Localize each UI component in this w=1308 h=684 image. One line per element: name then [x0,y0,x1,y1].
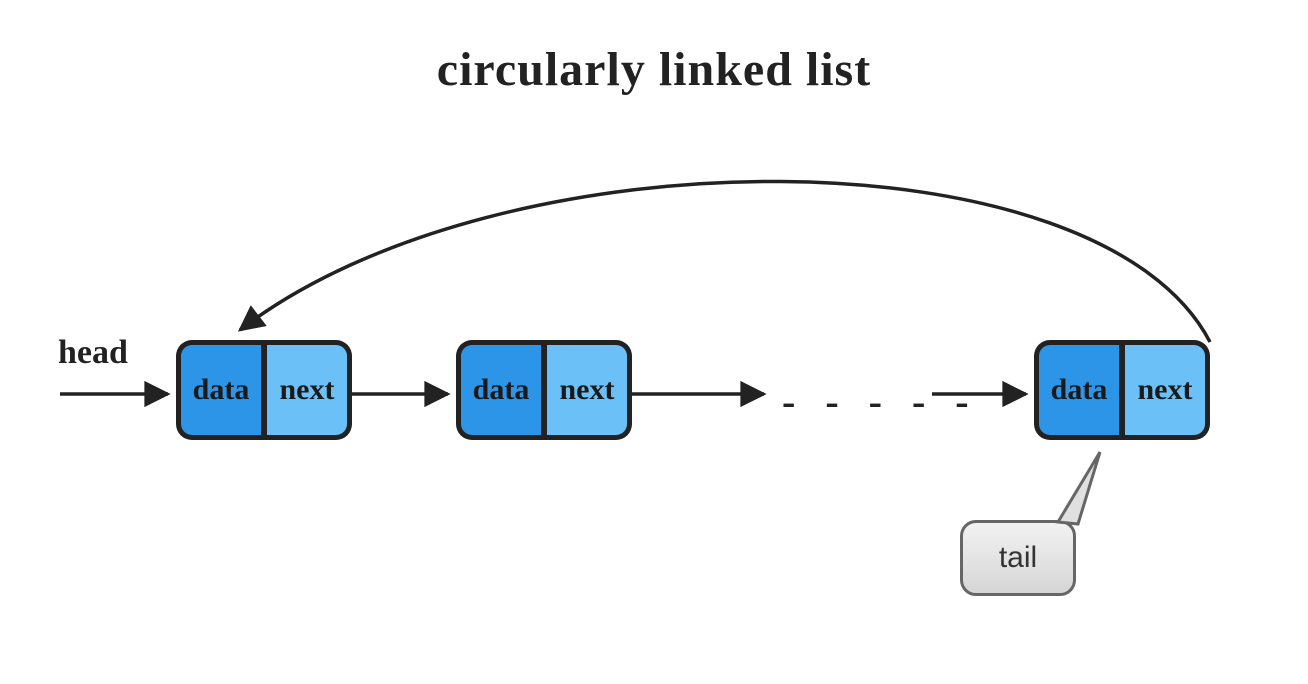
tail-pointer-icon [1058,452,1100,524]
node-0-data-cell: data [176,340,264,440]
tail-label: tail [999,541,1037,575]
circular-arrow-icon [240,181,1210,342]
tail-bubble: tail [960,520,1076,596]
head-label: head [58,334,128,372]
node-2-next-cell: next [1122,340,1210,440]
diagram-title: circularly linked list [0,42,1308,97]
node-2: data next [1034,340,1210,440]
node-2-data-cell: data [1034,340,1122,440]
node-0-next-cell: next [264,340,352,440]
node-1-next-cell: next [544,340,632,440]
node-1-data-cell: data [456,340,544,440]
node-0: data next [176,340,352,440]
node-1: data next [456,340,632,440]
ellipsis-label: - - - - - [782,378,979,425]
diagram-canvas: circularly linked list head data next da… [0,0,1308,684]
